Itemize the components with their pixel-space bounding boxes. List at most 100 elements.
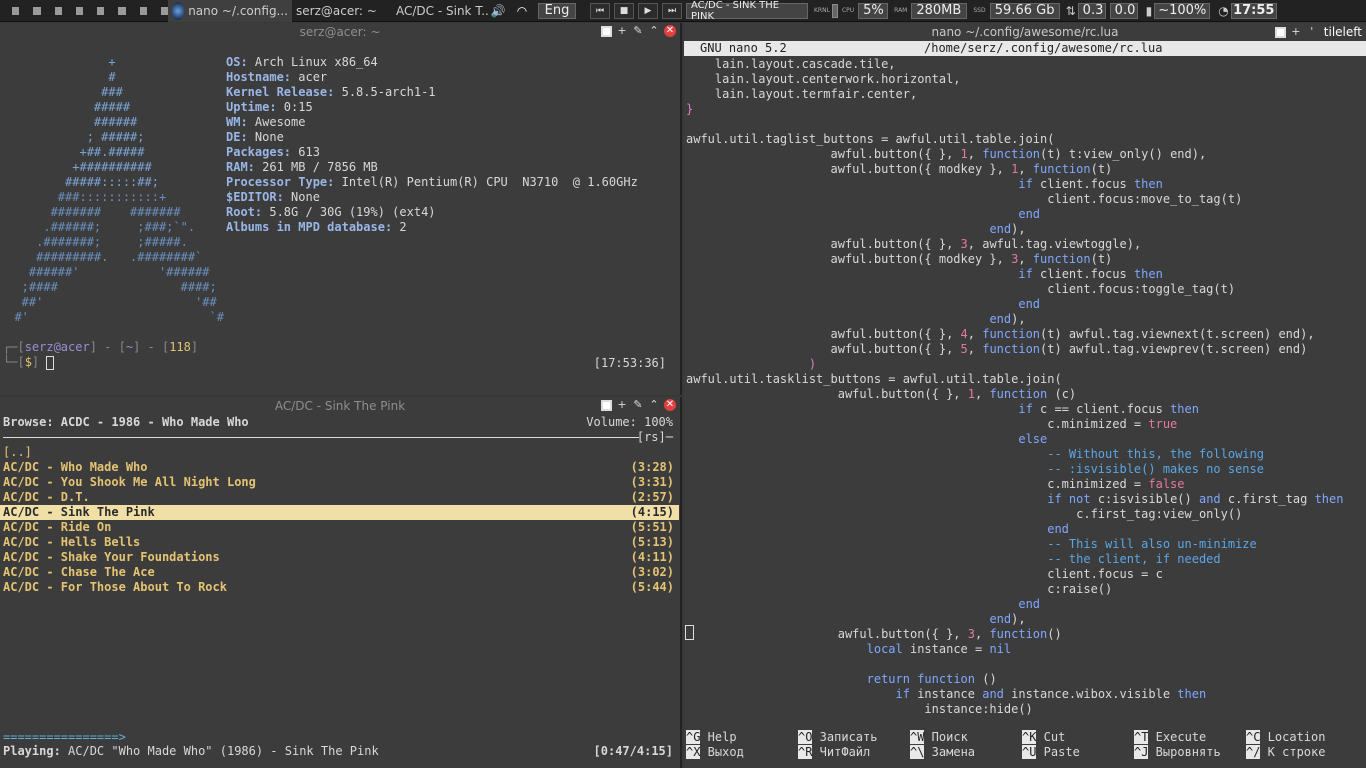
tag-5[interactable]	[97, 6, 105, 15]
parent-dir[interactable]: [..]	[3, 445, 32, 460]
play-icon[interactable]: ▶	[638, 2, 658, 19]
pin-icon[interactable]: ✎	[632, 25, 644, 37]
chevron-up-icon[interactable]: ⌃	[648, 399, 660, 411]
clock[interactable]: 17:55	[1230, 2, 1277, 19]
shortcut-item[interactable]: ^U Paste	[1022, 745, 1080, 760]
info-key: WM:	[226, 115, 248, 129]
info-value: 5.8G / 30G (19%) (ext4)	[262, 205, 436, 219]
info-value: 2	[392, 220, 407, 234]
shortcut-item[interactable]: ^/ К строке	[1246, 745, 1325, 760]
ncmpcpp-titlebar[interactable]: AC/DC - Sink The Pink + ✎ ⌃ ✕	[0, 397, 680, 415]
shortcut-item[interactable]: ^W Поиск	[910, 730, 968, 745]
maximize-icon[interactable]	[601, 25, 612, 37]
disk-value: 59.66 Gb	[989, 2, 1060, 19]
close-icon[interactable]: ✕	[664, 25, 676, 37]
task-nano[interactable]: nano ~/.config...	[168, 0, 292, 22]
track-row[interactable]: AC/DC - Chase The Ace (3:02)	[0, 565, 679, 580]
task-ncmpcpp[interactable]: AC/DC - Sink T...	[392, 0, 488, 22]
tag-1[interactable]	[12, 6, 20, 15]
tag-2[interactable]	[33, 6, 41, 15]
shortcut-key: ^C	[1246, 730, 1261, 744]
code-line: return function ()	[866, 672, 997, 686]
track-row[interactable]: AC/DC - You Shook Me All Night Long (3:31…	[0, 475, 679, 490]
track-row[interactable]: AC/DC - D.T. (2:57)	[0, 490, 679, 505]
terminal-titlebar[interactable]: serz@acer: ~ + ✎ ⌃ ✕	[0, 23, 680, 41]
track-row[interactable]: AC/DC - Shake Your Foundations (4:11)	[0, 550, 679, 565]
shortcut-item[interactable]: ^R ЧитФайл	[798, 745, 870, 760]
shortcut-item[interactable]: ^\ Замена	[910, 745, 975, 760]
track-row[interactable]: AC/DC - For Those About To Rock (5:44)	[0, 580, 679, 595]
track-name: AC/DC - Shake Your Foundations	[3, 550, 220, 564]
info-value: 0:15	[276, 100, 313, 114]
code-line: end	[1018, 597, 1041, 611]
info-value: Arch Linux x86_64	[247, 55, 378, 69]
logo-line: ;#### ####;	[0, 280, 217, 294]
tag-8[interactable]	[160, 6, 168, 15]
progress-bar[interactable]: ================>	[3, 730, 126, 745]
plus-icon[interactable]: +	[1290, 26, 1302, 38]
playback-position: [0:47/4:15]	[593, 744, 673, 758]
tag-7[interactable]	[139, 6, 147, 15]
nano-window[interactable]: nano ~/.config/awesome/rc.lua + ' tilele…	[684, 23, 1366, 768]
track-duration: (5:51)	[630, 520, 674, 534]
shortcut-key: ^R	[798, 745, 813, 759]
track-list: AC/DC - Who Made Who (3:28) AC/DC - You Sh…	[0, 460, 679, 595]
shortcut-item[interactable]: ^T Execute	[1134, 730, 1206, 745]
code-line: lain.layout.cascade.tile,	[686, 57, 896, 71]
code-line: awful.util.tasklist_buttons = awful.util…	[686, 372, 1062, 386]
kernel-bar	[831, 3, 838, 18]
shell-prompt[interactable]: ┌─[serz@acer] - [~] - [118] └─[$]	[3, 340, 198, 370]
volume: Volume: 100%	[586, 415, 673, 429]
info-key: Kernel Release:	[226, 85, 335, 99]
pin-icon[interactable]: '	[1306, 26, 1318, 38]
shortcut-label: Paste	[1036, 745, 1080, 759]
chevron-up-icon[interactable]: ⌃	[648, 25, 660, 37]
clock-icon: ◔	[1218, 3, 1229, 18]
window-title: nano ~/.config/awesome/rc.lua	[931, 25, 1119, 39]
speaker-icon[interactable]: 🔊	[490, 4, 506, 18]
maximize-icon[interactable]	[1274, 26, 1286, 38]
tag-3[interactable]	[54, 6, 62, 15]
shortcut-item[interactable]: ^O Записать	[798, 730, 877, 745]
keyboard-layout[interactable]: Eng	[538, 2, 576, 19]
track-duration: (4:11)	[630, 550, 674, 564]
code-editor[interactable]: lain.layout.cascade.tile, lain.layout.ce…	[686, 57, 1343, 717]
shortcut-item[interactable]: ^G Help	[686, 730, 737, 745]
info-row: Hostname: acer	[226, 70, 638, 85]
nano-filename: /home/serz/.config/awesome/rc.lua	[924, 41, 1163, 55]
nano-titlebar[interactable]: nano ~/.config/awesome/rc.lua + ' tilele…	[684, 23, 1366, 41]
info-row: OS: Arch Linux x86_64	[226, 55, 638, 70]
plus-icon[interactable]: +	[616, 399, 628, 411]
shortcut-key: ^K	[1022, 730, 1037, 744]
tag-6[interactable]	[118, 6, 126, 15]
shortcut-item[interactable]: ^X Выход	[686, 745, 744, 760]
wifi-icon[interactable]: ◠	[514, 4, 530, 18]
ncmpcpp-window[interactable]: AC/DC - Sink The Pink + ✎ ⌃ ✕ Browse: AC…	[0, 397, 682, 768]
ram-value: 280MB	[911, 2, 968, 19]
track-row[interactable]: AC/DC - Sink The Pink (4:15)	[0, 505, 679, 520]
track-duration: (3:31)	[630, 475, 674, 489]
track-row[interactable]: AC/DC - Ride On (5:51)	[0, 520, 679, 535]
shortcut-item[interactable]: ^J Выровнять	[1134, 745, 1221, 760]
plus-icon[interactable]: +	[616, 25, 628, 37]
info-key: DE:	[226, 130, 248, 144]
shortcut-item[interactable]: ^C Location	[1246, 730, 1325, 745]
stop-icon[interactable]: ■	[614, 2, 634, 19]
maximize-icon[interactable]	[601, 399, 612, 411]
code-line: end),	[989, 612, 1026, 626]
tag-4[interactable]	[75, 6, 83, 15]
code-line: end	[1047, 522, 1069, 536]
terminal-window[interactable]: serz@acer: ~ + ✎ ⌃ ✕ + # ### ##### #####…	[0, 23, 682, 395]
next-icon[interactable]: ⏭	[662, 2, 682, 19]
track-row[interactable]: AC/DC - Hells Bells (5:13)	[0, 535, 679, 550]
pin-icon[interactable]: ✎	[632, 399, 644, 411]
task-terminal[interactable]: serz@acer: ~	[292, 0, 392, 22]
close-icon[interactable]: ✕	[664, 399, 676, 411]
track-row[interactable]: AC/DC - Who Made Who (3:28)	[0, 460, 679, 475]
browse-header: Browse: ACDC - 1986 - Who Made Who	[3, 415, 249, 429]
shortcut-item[interactable]: ^K Cut	[1022, 730, 1065, 745]
prev-icon[interactable]: ⏮	[590, 2, 610, 19]
code-line: lain.layout.centerwork.horizontal,	[686, 72, 961, 86]
code-line: -- :isvisible() makes no sense	[1047, 462, 1264, 476]
mpd-track[interactable]: AC/DC - SINK THE PINK	[686, 0, 808, 22]
